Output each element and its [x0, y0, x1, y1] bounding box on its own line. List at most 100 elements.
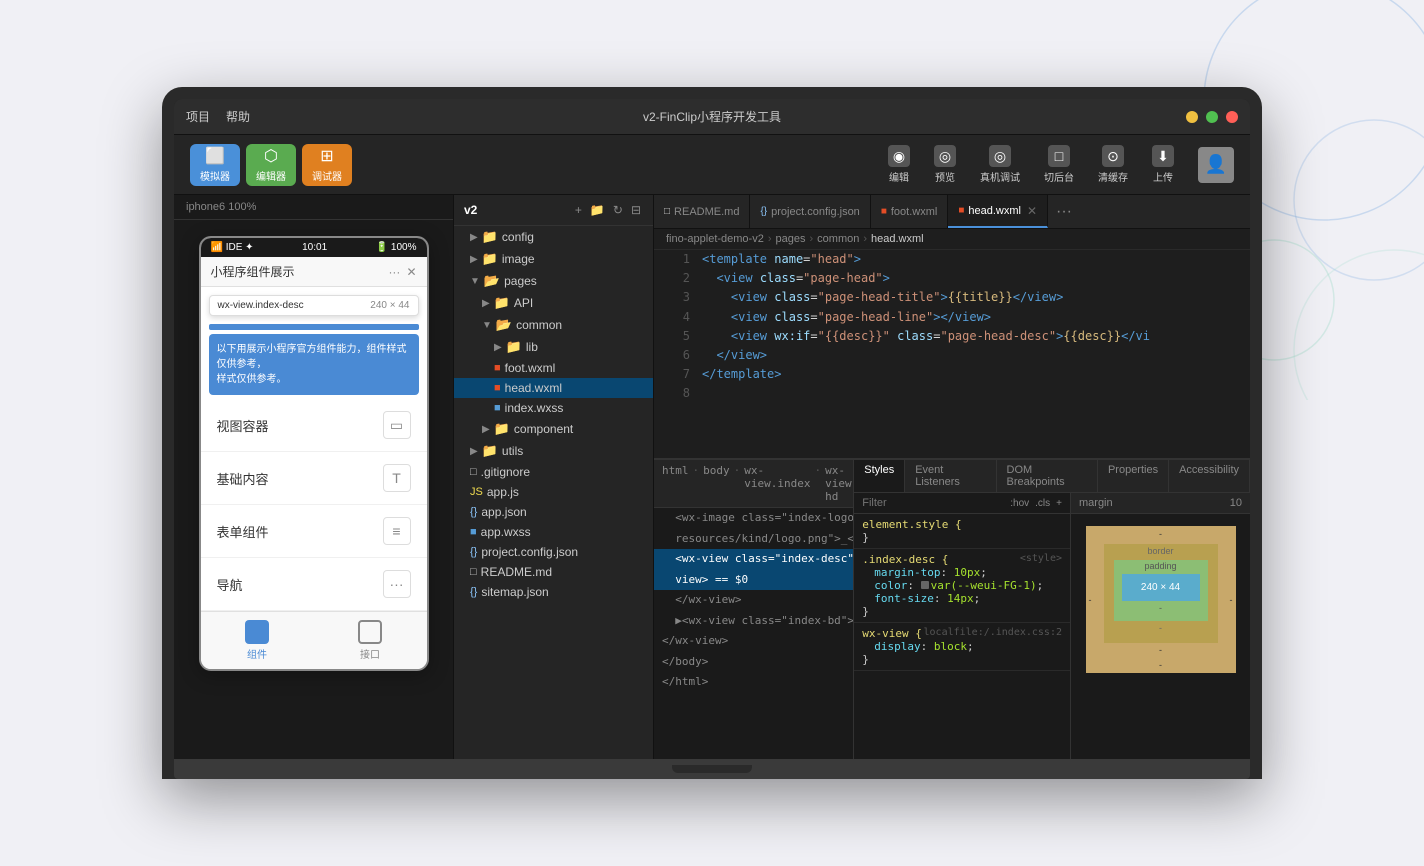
line-content: <template name="head"> — [702, 250, 861, 269]
tree-label: component — [514, 422, 573, 436]
minimize-button[interactable] — [1186, 111, 1198, 123]
html-line: </html> — [654, 672, 853, 693]
tab-foot-wxml[interactable]: ■ foot.wxml — [871, 195, 949, 228]
refresh-icon[interactable]: ↻ — [611, 201, 625, 219]
cls-button[interactable]: .cls — [1035, 498, 1050, 509]
collapse-icon[interactable]: ⊟ — [629, 201, 643, 219]
json-icon: {} — [470, 546, 477, 558]
tree-item-component[interactable]: ▶ 📁 component — [454, 418, 653, 440]
new-file-icon[interactable]: + — [573, 201, 584, 219]
tree-label: foot.wxml — [505, 361, 556, 375]
tree-item-pages[interactable]: ▼ 📂 pages — [454, 270, 653, 292]
nav-label-component: 组件 — [247, 646, 267, 661]
tree-item-readme[interactable]: □ README.md — [454, 562, 653, 582]
new-folder-icon[interactable]: 📁 — [588, 201, 607, 219]
section-view-container[interactable]: 视图容器 ▭ — [201, 399, 427, 452]
tree-item-api[interactable]: ▶ 📁 API — [454, 292, 653, 314]
device-zoom: 100% — [228, 201, 256, 213]
tree-item-app-wxss[interactable]: ■ app.wxss — [454, 522, 653, 542]
section-form[interactable]: 表单组件 ≡ — [201, 505, 427, 558]
iphone-navbar: 组件 接口 — [201, 611, 427, 669]
tooltip-class: wx-view.index-desc — [218, 300, 304, 311]
simulator-button[interactable]: ⬜ 模拟器 — [190, 144, 240, 186]
tree-item-image[interactable]: ▶ 📁 image — [454, 248, 653, 270]
iphone-close-icon[interactable]: ✕ — [406, 265, 416, 279]
chevron-icon: ▶ — [482, 298, 490, 309]
devtools-tab-event-listeners[interactable]: Event Listeners — [905, 460, 996, 492]
html-bc-html[interactable]: html — [662, 464, 689, 503]
tree-item-lib[interactable]: ▶ 📁 lib — [454, 336, 653, 358]
editor-button[interactable]: ⬡ 编辑器 — [246, 144, 296, 186]
section-basic-content[interactable]: 基础内容 T — [201, 452, 427, 505]
iphone-menu-icon[interactable]: ··· — [388, 265, 400, 279]
close-button[interactable] — [1226, 111, 1238, 123]
line-number: 7 — [662, 365, 690, 384]
debugger-icon: ⊞ — [320, 146, 333, 166]
tree-item-common[interactable]: ▼ 📂 common — [454, 314, 653, 336]
tab-project-config[interactable]: {} project.config.json — [750, 195, 870, 228]
tree-label: app.json — [481, 505, 526, 519]
nav-item-api[interactable]: 接口 — [358, 620, 382, 661]
style-selector: element.style { — [862, 518, 961, 531]
maximize-button[interactable] — [1206, 111, 1218, 123]
tree-item-sitemap[interactable]: {} sitemap.json — [454, 582, 653, 602]
action-upload[interactable]: ⬇ 上传 — [1152, 145, 1174, 184]
tab-head-wxml[interactable]: ■ head.wxml ✕ — [948, 195, 1048, 228]
action-edit[interactable]: ◉ 编辑 — [888, 145, 910, 184]
tab-readme[interactable]: □ README.md — [654, 195, 750, 228]
breadcrumb-item-4: head.wxml — [871, 233, 924, 245]
action-preview[interactable]: ◎ 预览 — [934, 145, 956, 184]
style-content: element.style { } .index-desc { — [854, 514, 1070, 671]
tree-item-gitignore[interactable]: □ .gitignore — [454, 462, 653, 482]
style-selector: .index-desc { — [862, 553, 948, 566]
style-filter-input[interactable] — [862, 497, 1004, 509]
menu-project[interactable]: 项目 — [186, 108, 210, 125]
devtools-tab-styles[interactable]: Styles — [854, 460, 905, 492]
tree-label: app.wxss — [481, 525, 531, 539]
tab-more-button[interactable]: ··· — [1048, 203, 1080, 221]
tree-item-app-js[interactable]: JS app.js — [454, 482, 653, 502]
tree-label: README.md — [481, 565, 552, 579]
devtools-tab-properties[interactable]: Properties — [1098, 460, 1169, 492]
tree-item-head-wxml[interactable]: ■ head.wxml — [454, 378, 653, 398]
toolbar: ⬜ 模拟器 ⬡ 编辑器 ⊞ 调试器 ◉ 编 — [174, 135, 1250, 195]
style-filter-bar: :hov .cls + — [854, 493, 1070, 514]
add-style-button[interactable]: + — [1056, 498, 1062, 509]
folder-icon: 📁 — [482, 229, 498, 245]
tree-item-foot-wxml[interactable]: ■ foot.wxml — [454, 358, 653, 378]
clear-cache-label: 清缓存 — [1098, 169, 1128, 184]
laptop-base — [174, 759, 1250, 779]
section-nav[interactable]: 导航 ··· — [201, 558, 427, 611]
devtools-tab-accessibility[interactable]: Accessibility — [1169, 460, 1250, 492]
tree-item-project-config[interactable]: {} project.config.json — [454, 542, 653, 562]
action-device-debug[interactable]: ◎ 真机调试 — [980, 145, 1020, 184]
html-bc-wx-view-index[interactable]: wx-view.index — [744, 464, 810, 503]
tree-item-config[interactable]: ▶ 📁 config — [454, 226, 653, 248]
folder-icon: 📁 — [482, 251, 498, 267]
html-bc-wx-view-hd[interactable]: wx-view.index-hd — [825, 464, 853, 503]
style-rule-element: element.style { } — [854, 514, 1070, 549]
style-val: block — [934, 640, 967, 653]
devtools-tab-dom-breakpoints[interactable]: DOM Breakpoints — [997, 460, 1098, 492]
section-icon-4: ··· — [383, 570, 411, 598]
laptop-notch — [672, 765, 752, 773]
tree-label: API — [514, 296, 533, 310]
section-icon-1: ▭ — [383, 411, 411, 439]
tab-label: README.md — [674, 206, 739, 218]
tree-item-app-json[interactable]: {} app.json — [454, 502, 653, 522]
html-bc-body[interactable]: body — [703, 464, 730, 503]
tab-close-icon[interactable]: ✕ — [1027, 204, 1037, 218]
tree-item-utils[interactable]: ▶ 📁 utils — [454, 440, 653, 462]
tree-label: utils — [502, 444, 523, 458]
action-clear-cache[interactable]: ⊙ 清缓存 — [1098, 145, 1128, 184]
action-background[interactable]: □ 切后台 — [1044, 145, 1074, 184]
debugger-button[interactable]: ⊞ 调试器 — [302, 144, 352, 186]
margin-left-val: - — [1089, 595, 1092, 605]
hov-button[interactable]: :hov — [1010, 498, 1029, 509]
menu-help[interactable]: 帮助 — [226, 108, 250, 125]
style-val: var(--weui-FG-1) — [931, 579, 1037, 592]
code-editor[interactable]: 1 <template name="head"> 2 <view class="… — [654, 250, 1250, 458]
nav-item-component[interactable]: 组件 — [245, 620, 269, 661]
user-avatar[interactable]: 👤 — [1198, 147, 1234, 183]
tree-item-index-wxss[interactable]: ■ index.wxss — [454, 398, 653, 418]
